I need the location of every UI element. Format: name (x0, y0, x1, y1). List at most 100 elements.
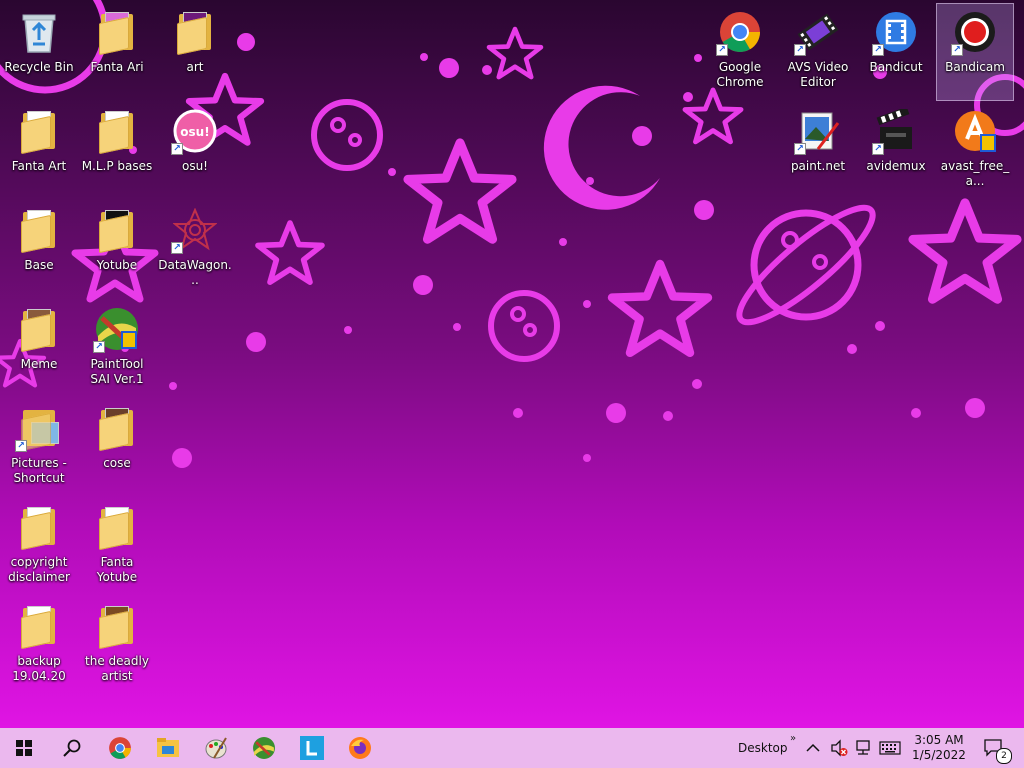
desktop-icon-label: Meme (20, 357, 58, 371)
desktop-icon-recycle-bin[interactable]: Recycle Bin (1, 4, 77, 100)
desktop-icon-bandicut[interactable]: ↗ Bandicut (858, 4, 934, 100)
chrome-icon (109, 737, 131, 759)
notification-badge: 2 (996, 748, 1012, 764)
shortcut-arrow-icon: ↗ (872, 44, 884, 56)
desktop-icon-label: Recycle Bin (4, 60, 74, 74)
folder-icon (15, 206, 63, 254)
desktop-icon-backup[interactable]: backup 19.04.20 (1, 598, 77, 694)
start-button[interactable] (0, 728, 48, 768)
taskbar-paint-button[interactable] (192, 728, 240, 768)
desktop-icon-label: the deadly artist (85, 654, 149, 683)
desktop-icon-label: Fanta Yotube (96, 555, 138, 584)
paintnet-icon: ↗ (794, 107, 842, 155)
network-button[interactable] (854, 728, 872, 768)
firefox-icon (349, 737, 371, 759)
desktop-icon-mlp-bases[interactable]: M.L.P bases (79, 103, 155, 199)
shortcut-arrow-icon: ↗ (716, 44, 728, 56)
taskbar-painttool-sai-button[interactable] (240, 728, 288, 768)
document-icon (15, 503, 63, 551)
shortcut-arrow-icon: ↗ (794, 143, 806, 155)
clock[interactable]: 3:05 AM 1/5/2022 (910, 728, 968, 768)
toolbar-expand-chevron-icon[interactable]: » (790, 718, 796, 758)
desktop-icon-fanta-yotube[interactable]: Fanta Yotube (79, 499, 155, 595)
volume-button[interactable] (830, 728, 848, 768)
chevron-up-icon (806, 743, 820, 752)
paint-icon (205, 737, 227, 759)
desktop-icon-avast[interactable]: avast_free_a... (937, 103, 1013, 199)
desktop-icon-label: osu! (181, 159, 208, 173)
avast-icon (951, 107, 999, 155)
shortcut-arrow-icon: ↗ (794, 44, 806, 56)
recycle-bin-icon (15, 8, 63, 56)
desktop-icon-label: avidemux (866, 159, 926, 173)
taskbar-chrome-button[interactable] (96, 728, 144, 768)
desktop-icon-base[interactable]: Base (1, 202, 77, 298)
desktop-icon-label: Fanta Ari (90, 60, 144, 74)
show-hidden-icons-button[interactable] (806, 728, 820, 768)
clock-time: 3:05 AM (914, 733, 964, 747)
desktop-icon-osu[interactable]: osu! ↗ osu! (157, 103, 233, 199)
file-explorer-icon (157, 738, 179, 757)
folder-icon (15, 305, 63, 353)
avs-video-editor-icon: ↗ (794, 8, 842, 56)
desktop-icon-meme[interactable]: Meme (1, 301, 77, 397)
desktop-toolbar-label: Desktop (738, 741, 788, 755)
desktop-icon-label: copyright disclaimer (8, 555, 70, 584)
desktop-icon-label: cose (103, 456, 131, 470)
desktop-icon-copyright-disclaimer[interactable]: copyright disclaimer (1, 499, 77, 595)
desktop-icon-yotube[interactable]: Yotube (79, 202, 155, 298)
datawagon-icon: ↗ (171, 206, 219, 254)
desktop-icon-datawagon[interactable]: ↗ DataWagon... (157, 202, 233, 298)
folder-icon (93, 404, 141, 452)
desktop-icon-art[interactable]: art (157, 4, 233, 100)
desktop-icon-label: art (186, 60, 204, 74)
desktop-icon-label: Yotube (96, 258, 138, 272)
folder-icon (171, 8, 219, 56)
desktop-icon-fanta-ari[interactable]: Fanta Ari (79, 4, 155, 100)
folder-icon (93, 107, 141, 155)
desktop-icon-google-chrome[interactable]: ↗ Google Chrome (702, 4, 778, 100)
speaker-muted-icon (831, 739, 848, 757)
folder-icon (15, 107, 63, 155)
desktop-icon-avidemux[interactable]: ↗ avidemux (858, 103, 934, 199)
network-icon (856, 740, 870, 755)
desktop-icon-paintnet[interactable]: ↗ paint.net (780, 103, 856, 199)
search-button[interactable] (48, 728, 96, 768)
desktop-icon-label: Bandicut (869, 60, 923, 74)
desktop-icon-painttool-sai[interactable]: ↗ PaintTool SAI Ver.1 (79, 301, 155, 397)
desktop-icon-the-deadly-artist[interactable]: the deadly artist (79, 598, 155, 694)
desktop-icon-label: backup 19.04.20 (12, 654, 66, 683)
desktop[interactable]: Recycle Bin Fanta Art Base Meme ↗ Pictur… (0, 0, 1024, 728)
desktop-icon-fanta-art[interactable]: Fanta Art (1, 103, 77, 199)
desktop-icon-pictures-shortcut[interactable]: ↗ Pictures - Shortcut (1, 400, 77, 496)
desktop-icon-label: paint.net (790, 159, 846, 173)
taskbar-firefox-button[interactable] (336, 728, 384, 768)
desktop-icon-label: PaintTool SAI Ver.1 (90, 357, 144, 386)
desktop-toolbar[interactable]: Desktop (738, 728, 788, 768)
shortcut-arrow-icon: ↗ (872, 143, 884, 155)
taskbar-file-explorer-button[interactable] (144, 728, 192, 768)
folder-icon (15, 602, 63, 650)
shortcut-arrow-icon: ↗ (951, 44, 963, 56)
folder-icon (93, 206, 141, 254)
bandicam-icon: ↗ (951, 8, 999, 56)
taskbar-l-app-button[interactable] (288, 728, 336, 768)
taskbar: Desktop » 3:05 AM 1/5/2022 2 (0, 728, 1024, 768)
svg-text:osu!: osu! (180, 125, 209, 139)
notification-center-button[interactable]: 2 (980, 728, 1012, 768)
shortcut-arrow-icon: ↗ (93, 341, 105, 353)
folder-icon (93, 8, 141, 56)
desktop-icon-label: Bandicam (945, 60, 1005, 74)
desktop-icon-cose[interactable]: cose (79, 400, 155, 496)
shortcut-arrow-icon: ↗ (15, 440, 27, 452)
desktop-icon-label: M.L.P bases (81, 159, 153, 173)
keyboard-button[interactable] (879, 728, 901, 768)
desktop-icon-bandicam[interactable]: ↗ Bandicam (936, 3, 1014, 101)
painttool-sai-icon (253, 737, 275, 759)
desktop-icon-label: Fanta Art (11, 159, 67, 173)
l-app-icon (300, 736, 324, 760)
start-icon (16, 740, 32, 756)
folder-icon (93, 503, 141, 551)
desktop-icon-avs-video-editor[interactable]: ↗ AVS Video Editor (780, 4, 856, 100)
desktop-icon-label: Pictures - Shortcut (11, 456, 67, 485)
